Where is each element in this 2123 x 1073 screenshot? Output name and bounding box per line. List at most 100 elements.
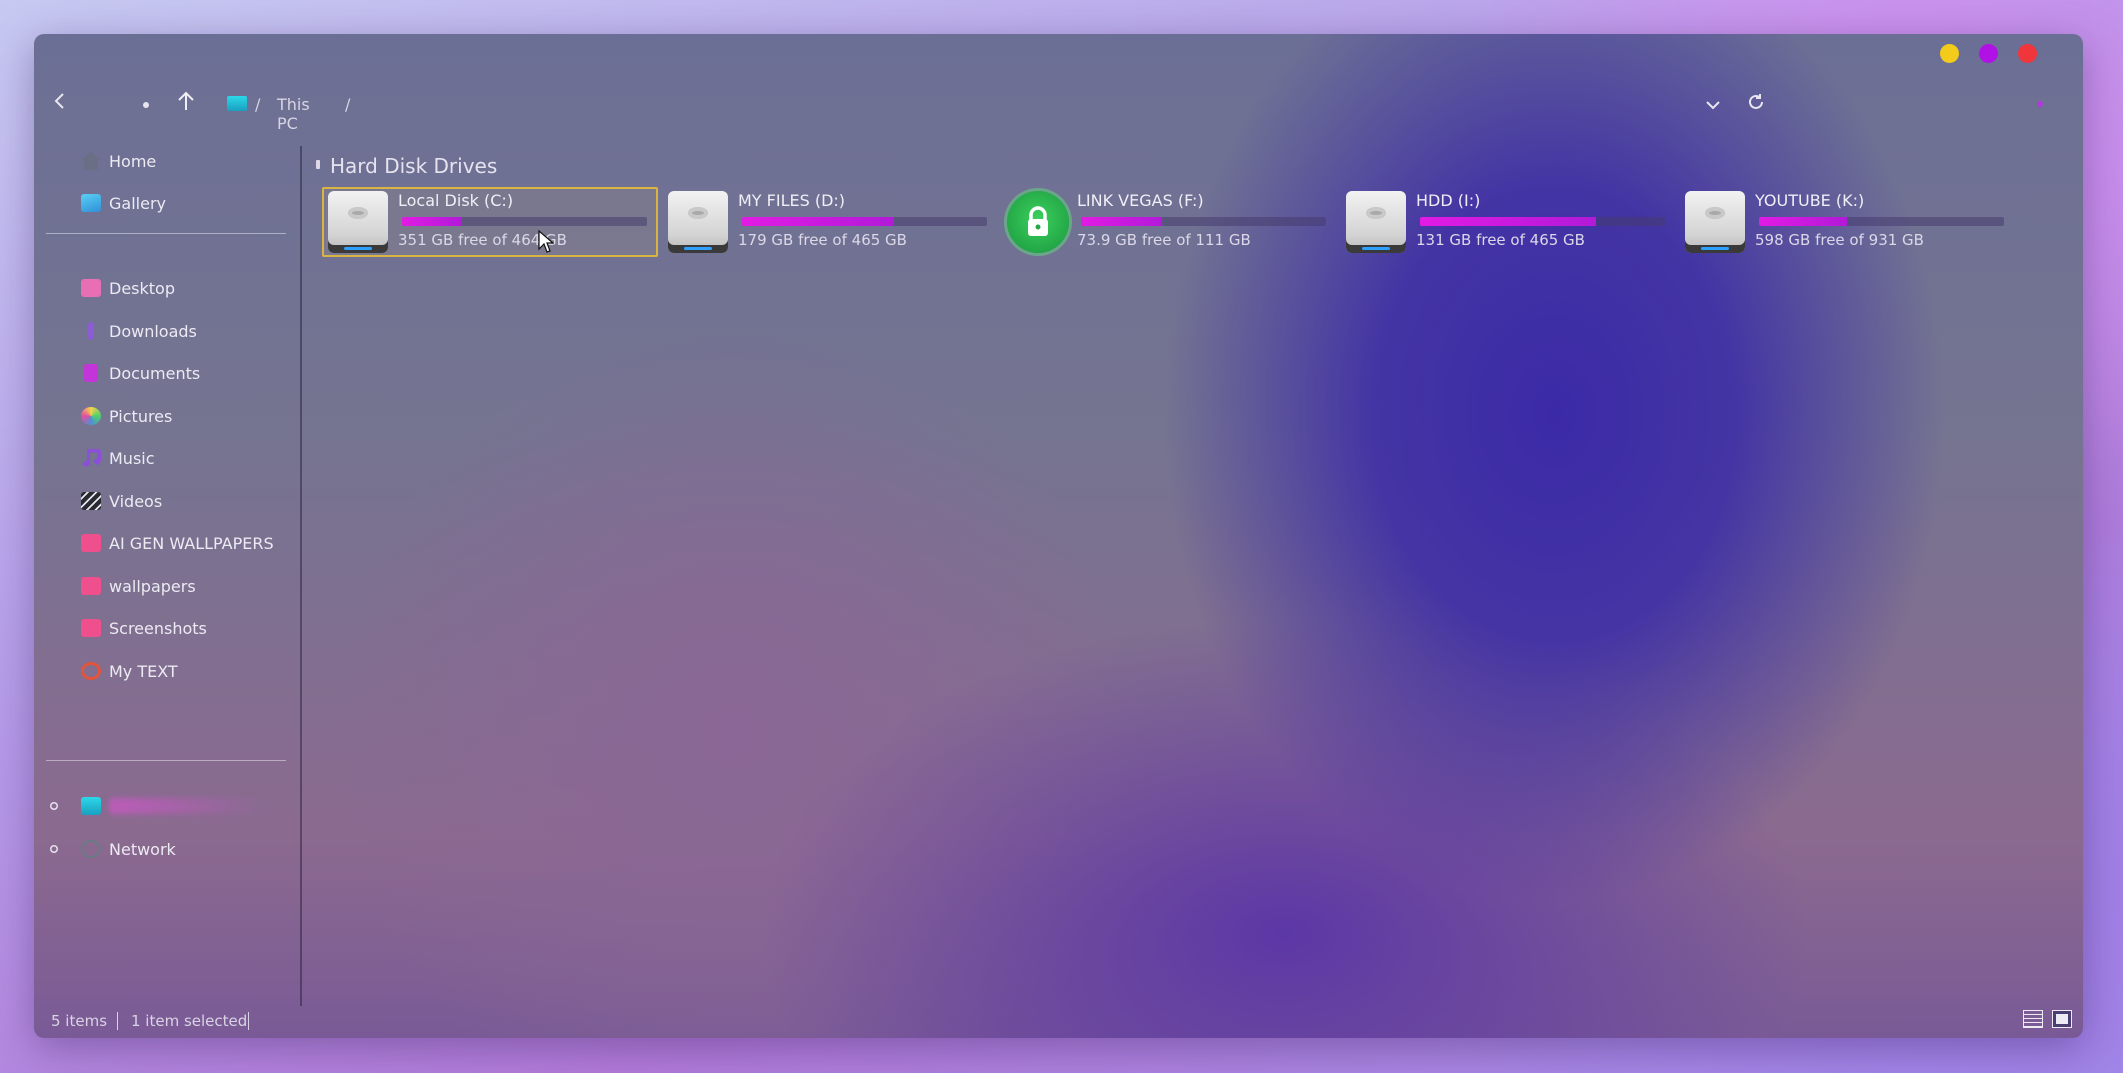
drive-tile-i[interactable]: HDD (I:) 131 GB free of 465 GB	[1342, 189, 1674, 255]
sidebar-item-label: Downloads	[109, 321, 197, 341]
monitor-icon	[81, 797, 101, 815]
details-view-icon[interactable]	[2023, 1010, 2043, 1028]
sidebar-item-my-text[interactable]: My TEXT	[81, 656, 178, 686]
expand-toggle-icon[interactable]	[50, 845, 58, 853]
network-icon	[81, 840, 101, 858]
hard-drive-icon	[1346, 191, 1406, 253]
sidebar-item-label: Screenshots	[109, 618, 207, 638]
desktop-icon	[81, 279, 101, 297]
minimize-button[interactable]	[1940, 44, 1959, 63]
sidebar-item-label: Network	[109, 839, 176, 859]
drive-free-space: 131 GB free of 465 GB	[1416, 231, 1585, 249]
drive-usage-bar	[1759, 217, 2004, 226]
home-icon	[81, 152, 101, 170]
drive-name: HDD (I:)	[1416, 191, 1481, 210]
sidebar-item-desktop[interactable]: Desktop	[81, 273, 175, 303]
no-entry-icon	[81, 662, 101, 680]
pane-divider[interactable]	[300, 146, 302, 1006]
sidebar-item-videos[interactable]: Videos	[81, 486, 162, 516]
sidebar-item-label: Documents	[109, 363, 201, 383]
sidebar-item-network[interactable]: Network	[81, 834, 176, 864]
sidebar-item-label: My TEXT	[109, 661, 178, 681]
expand-toggle-icon[interactable]	[50, 802, 58, 810]
drive-tile-f[interactable]: LINK VEGAS (F:) 73.9 GB free of 111 GB	[1003, 189, 1335, 255]
sidebar-item-home[interactable]: Home	[81, 146, 156, 176]
blurred-label	[109, 798, 259, 814]
sidebar-item-label: Pictures	[109, 406, 173, 426]
drive-usage-bar	[742, 217, 987, 226]
sidebar-item-label: Music	[109, 448, 155, 468]
up-arrow-icon[interactable]	[171, 90, 201, 120]
monitor-icon	[227, 96, 247, 111]
folder-icon	[81, 534, 101, 552]
drive-usage-fill	[402, 217, 461, 226]
drive-tile-d[interactable]: MY FILES (D:) 179 GB free of 465 GB	[664, 189, 996, 255]
breadcrumb-separator: /	[255, 95, 261, 114]
status-item-count: 5 items	[51, 1012, 108, 1030]
maximize-button[interactable]	[1979, 44, 1998, 63]
lock-icon	[1007, 191, 1069, 253]
hard-drive-icon	[668, 191, 728, 253]
drive-name: LINK VEGAS (F:)	[1077, 191, 1204, 210]
drive-usage-fill	[1081, 217, 1162, 226]
folder-icon	[81, 577, 101, 595]
sidebar-item-label: Gallery	[109, 193, 166, 213]
sidebar-item-label: wallpapers	[109, 576, 196, 596]
drive-free-space: 598 GB free of 931 GB	[1755, 231, 1924, 249]
drive-name: YOUTUBE (K:)	[1755, 191, 1865, 210]
collapse-group-icon[interactable]	[316, 160, 320, 169]
breadcrumb-this-pc[interactable]: This PC	[277, 95, 310, 133]
sidebar-item-gallery[interactable]: Gallery	[81, 188, 166, 218]
drive-usage-fill	[1759, 217, 1848, 226]
navigation-pane: Home Gallery Desktop Downloads Documents…	[34, 144, 300, 1024]
section-title[interactable]: Hard Disk Drives	[330, 154, 497, 178]
pictures-icon	[81, 407, 101, 425]
sidebar-item-ai-gen-wallpapers[interactable]: AI GEN WALLPAPERS	[81, 528, 274, 558]
drive-usage-bar	[1081, 217, 1326, 226]
sidebar-divider	[46, 760, 286, 761]
drive-name: Local Disk (C:)	[398, 191, 514, 210]
mouse-cursor-icon	[538, 230, 554, 253]
sidebar-item-wallpapers[interactable]: wallpapers	[81, 571, 196, 601]
sidebar-item-this-pc[interactable]	[81, 791, 291, 821]
hard-drive-icon	[328, 191, 388, 253]
status-divider	[117, 1012, 118, 1030]
drive-usage-bar	[1420, 217, 1665, 226]
drive-name: MY FILES (D:)	[738, 191, 846, 210]
gallery-icon	[81, 194, 101, 212]
sidebar-item-label: Home	[109, 151, 157, 171]
refresh-icon[interactable]	[1741, 90, 1771, 120]
breadcrumb-separator: /	[345, 95, 351, 114]
file-explorer-window: / This PC / Home Gallery Desktop Downloa…	[34, 34, 2083, 1038]
sidebar-item-pictures[interactable]: Pictures	[81, 401, 172, 431]
drive-usage-bar	[402, 217, 647, 226]
folder-icon	[81, 619, 101, 637]
sidebar-item-label: AI GEN WALLPAPERS	[109, 533, 274, 553]
sidebar-divider	[46, 233, 286, 234]
sidebar-item-screenshots[interactable]: Screenshots	[81, 613, 207, 643]
drive-tile-c[interactable]: Local Disk (C:) 351 GB free of 464 GB	[322, 187, 658, 257]
status-selection: 1 item selected	[131, 1012, 248, 1030]
videos-icon	[81, 492, 101, 510]
drive-tile-k[interactable]: YOUTUBE (K:) 598 GB free of 931 GB	[1681, 189, 2013, 255]
music-icon	[82, 449, 101, 467]
sidebar-item-downloads[interactable]: Downloads	[81, 316, 197, 346]
drive-usage-fill	[742, 217, 894, 226]
sidebar-item-documents[interactable]: Documents	[81, 358, 200, 388]
downloads-icon	[88, 322, 94, 340]
chevron-down-icon[interactable]	[1698, 90, 1728, 120]
sidebar-item-music[interactable]: Music	[81, 443, 155, 473]
drive-free-space: 73.9 GB free of 111 GB	[1077, 231, 1251, 249]
hard-drive-icon	[1685, 191, 1745, 253]
status-divider	[248, 1012, 249, 1030]
drive-usage-fill	[1420, 217, 1597, 226]
tiles-view-icon[interactable]	[2052, 1010, 2072, 1028]
sidebar-item-label: Desktop	[109, 278, 175, 298]
drive-free-space: 179 GB free of 465 GB	[738, 231, 907, 249]
back-arrow-icon[interactable]	[44, 90, 74, 120]
forward-dot-icon[interactable]	[143, 102, 149, 108]
sidebar-item-label: Videos	[109, 491, 163, 511]
documents-icon	[84, 364, 98, 382]
close-button[interactable]	[2018, 44, 2037, 63]
search-icon[interactable]	[2037, 101, 2043, 107]
